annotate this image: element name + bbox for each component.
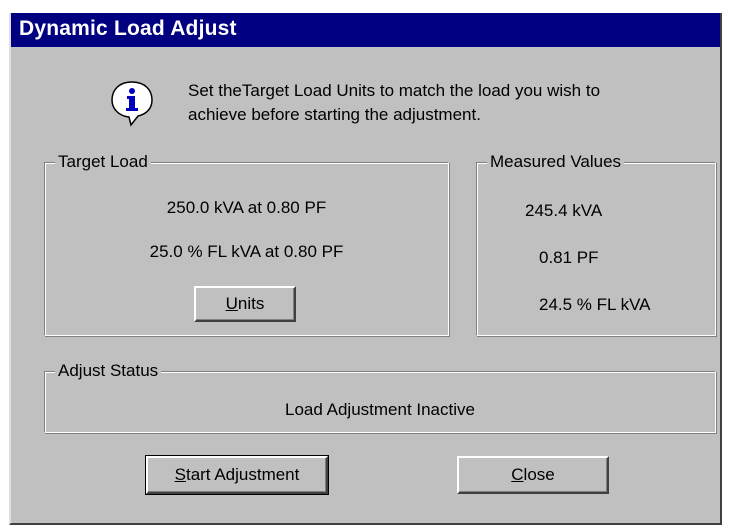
start-button-label: tart Adjustment [185, 465, 300, 484]
units-button-accel: U [225, 294, 238, 313]
target-load-kva: 250.0 kVA at 0.80 PF [166, 198, 327, 217]
start-button-accel: S [174, 465, 186, 484]
adjust-status-label: Adjust Status [55, 361, 162, 381]
units-button[interactable]: Units [194, 286, 296, 322]
close-button[interactable]: Close [457, 456, 609, 494]
target-load-fl-kva: 25.0 % FL kVA at 0.80 PF [149, 242, 344, 261]
dynamic-load-adjust-dialog: Dynamic Load Adjust Set theTarget Load U… [9, 13, 722, 525]
start-adjustment-button[interactable]: Start Adjustment [145, 455, 329, 495]
window-title: Dynamic Load Adjust [19, 17, 237, 40]
close-button-label: lose [523, 465, 555, 484]
adjust-status-text: Load Adjustment Inactive [285, 400, 475, 419]
instruction-line-2: achieve before starting the adjustment. [188, 105, 481, 124]
measured-values-group: Measured Values 245.4 kVA 0.81 PF 24.5 %… [476, 152, 716, 336]
units-button-label: nits [237, 294, 265, 313]
target-load-group: Target Load 250.0 kVA at 0.80 PF 25.0 % … [44, 152, 449, 336]
info-icon [109, 79, 155, 127]
instruction-line-1: Set theTarget Load Units to match the lo… [188, 81, 601, 100]
adjust-status-group: Adjust Status Load Adjustment Inactive [44, 361, 716, 433]
measured-pf: 0.81 PF [539, 248, 599, 267]
target-load-label: Target Load [55, 152, 151, 172]
title-bar[interactable]: Dynamic Load Adjust [11, 13, 720, 47]
measured-fl-kva: 24.5 % FL kVA [539, 295, 651, 314]
instruction-text: Set theTarget Load Units to match the lo… [188, 79, 708, 127]
measured-kva: 245.4 kVA [525, 201, 603, 220]
measured-values-label: Measured Values [487, 152, 625, 172]
close-button-accel: C [511, 465, 524, 484]
